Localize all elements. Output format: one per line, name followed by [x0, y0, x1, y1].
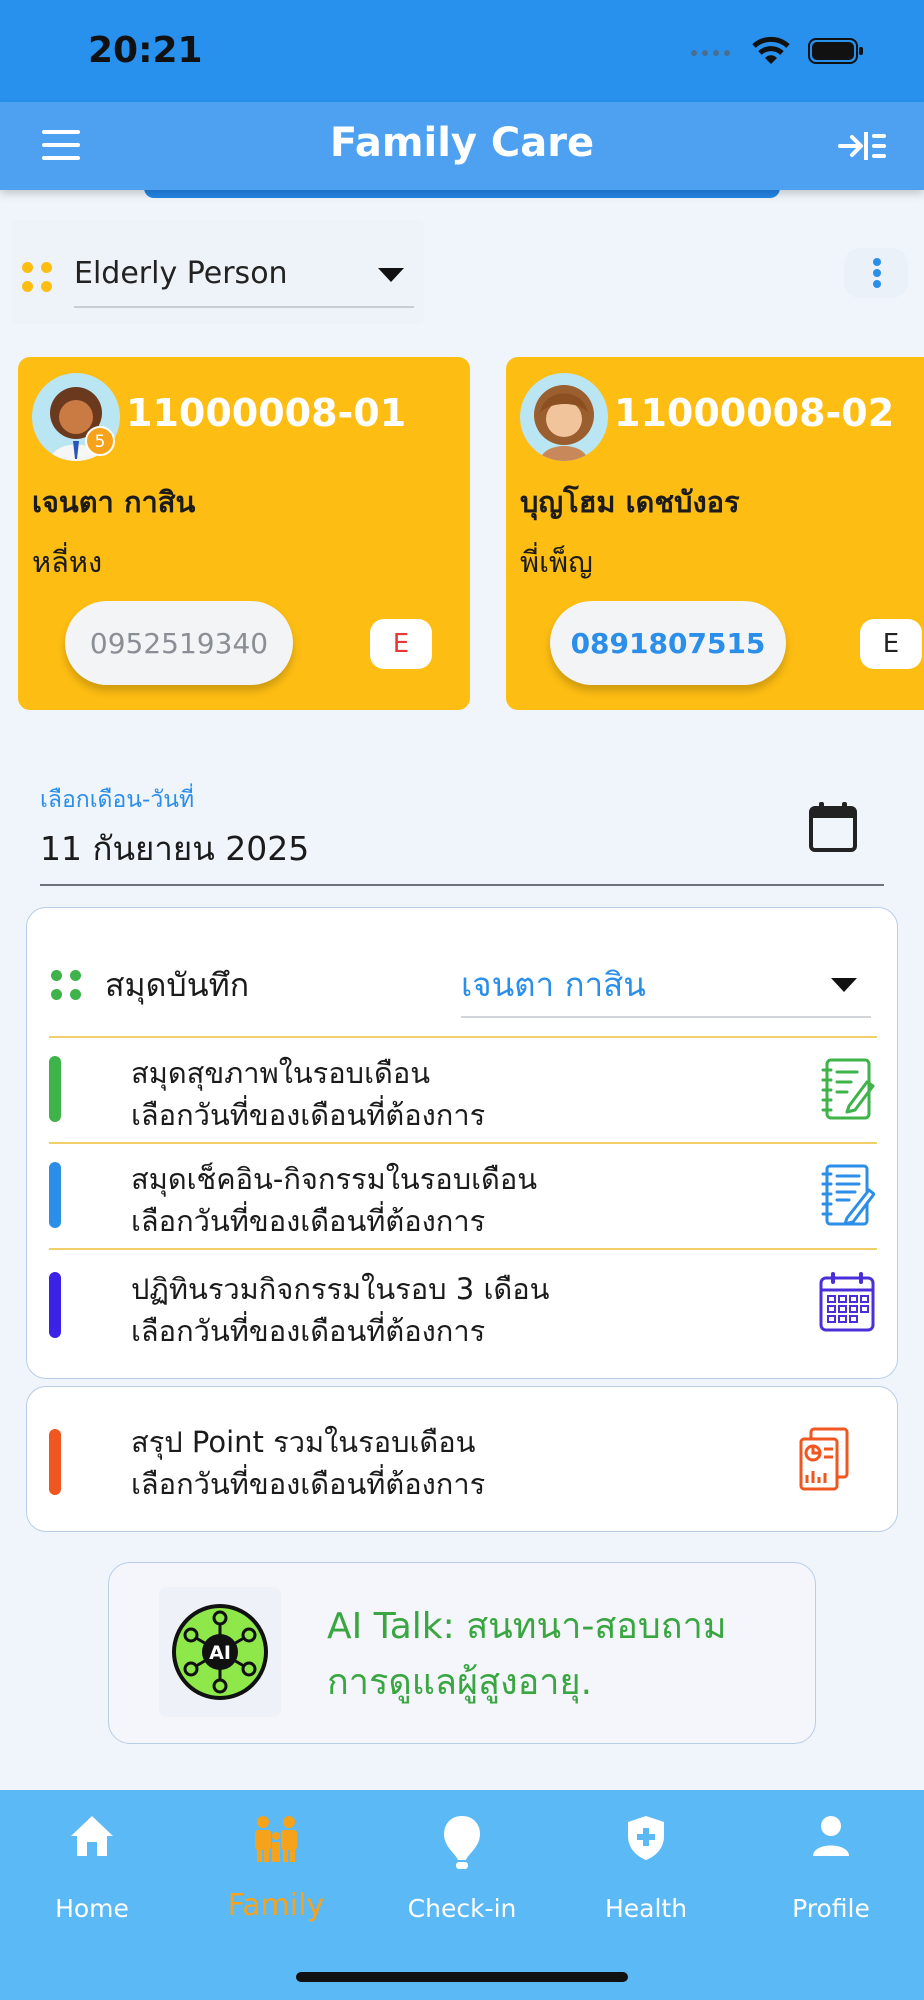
date-field[interactable]: 11 กันยายน 2025 [40, 822, 309, 875]
dropdown-underline [461, 1016, 871, 1018]
report-icon [797, 1427, 853, 1493]
status-icons [690, 36, 864, 66]
row-subtitle: เลือกวันที่ของเดือนที่ต้องการ [131, 1204, 486, 1238]
member-name: บุญโฮม เดชบังอร [520, 485, 740, 519]
wifi-icon [752, 36, 790, 64]
row-title: สรุป Point รวมในรอบเดือน [131, 1425, 476, 1459]
phone-button[interactable]: 0952519340 [65, 601, 293, 685]
avatar [520, 373, 608, 461]
nav-label: Home [55, 1894, 129, 1923]
location-pin-icon [444, 1816, 480, 1869]
menu-row-health-notebook[interactable]: สมุดสุขภาพในรอบเดือน เลือกวันที่ของเดือน… [49, 1036, 877, 1142]
logout-icon[interactable] [838, 128, 888, 164]
family-icon [255, 1816, 297, 1862]
date-label: เลือกเดือน-วันที่ [40, 787, 195, 813]
calendar-icon[interactable] [808, 800, 858, 854]
row-color-bar [49, 1272, 61, 1338]
dropdown-label: Elderly Person [74, 256, 288, 291]
ai-network-icon: AI [172, 1604, 268, 1700]
chevron-down-icon [378, 268, 404, 282]
member-name: เจนตา กาสิน [32, 485, 196, 519]
grid-dots-icon [22, 262, 52, 292]
row-title: สมุดสุขภาพในรอบเดือน [131, 1056, 431, 1090]
emergency-badge[interactable]: E [370, 619, 432, 669]
member-id: 11000008-02 [614, 391, 895, 435]
menu-row-activity-calendar[interactable]: ปฏิทินรวมกิจกรรมในรอบ 3 เดือน เลือกวันที… [49, 1248, 877, 1354]
emergency-badge[interactable]: E [860, 619, 922, 669]
member-nickname: พี่เพ็ญ [520, 545, 593, 579]
ai-badge-label: AI [209, 1642, 231, 1664]
elderly-person-dropdown[interactable]: Elderly Person [12, 220, 424, 324]
nav-family[interactable]: Family [201, 1808, 351, 1923]
grid-dots-icon [51, 970, 81, 1000]
date-underline [40, 884, 884, 886]
row-color-bar [49, 1056, 61, 1122]
row-title: ปฏิทินรวมกิจกรรมในรอบ 3 เดือน [131, 1272, 550, 1306]
ai-talk-card[interactable]: AI AI Talk: สนทนา-สอบถาม การดูแลผู้สูงอา… [108, 1562, 816, 1744]
health-shield-icon [628, 1816, 664, 1860]
row-color-bar [49, 1429, 61, 1495]
member-card[interactable]: 11000008-02 บุญโฮม เดชบังอร พี่เพ็ญ 0891… [506, 357, 924, 710]
health-notebook-icon [819, 1056, 875, 1122]
status-time: 20:21 [88, 30, 203, 71]
bottom-nav: Home Family Check-in Health Profile [0, 1790, 924, 2000]
calendar-grid-icon [819, 1268, 875, 1334]
member-id: 11000008-01 [126, 391, 407, 435]
row-subtitle: เลือกวันที่ของเดือนที่ต้องการ [131, 1098, 486, 1132]
nav-label: Family [227, 1888, 325, 1923]
notebook-title: สมุดบันทึก [105, 966, 250, 1004]
battery-icon [808, 38, 863, 64]
signal-icon [691, 50, 730, 56]
ai-talk-text: AI Talk: สนทนา-สอบถาม การดูแลผู้สูงอายุ. [327, 1599, 727, 1711]
nav-label: Check-in [407, 1894, 517, 1923]
more-options-icon[interactable] [844, 248, 908, 298]
points-summary-card[interactable]: สรุป Point รวมในรอบเดือน เลือกวันที่ของเ… [26, 1386, 898, 1532]
avatar-level: 5 [95, 432, 106, 452]
ai-badge-container: AI [159, 1587, 281, 1717]
level-badge-icon: 5 [85, 426, 115, 456]
nav-health[interactable]: Health [571, 1808, 721, 1923]
checkin-notebook-icon [819, 1162, 876, 1228]
home-icon [71, 1816, 113, 1856]
member-nickname: หลี่หง [32, 545, 103, 579]
nav-label: Profile [792, 1894, 870, 1923]
ai-talk-line2: การดูแลผู้สูงอายุ. [327, 1662, 593, 1703]
nav-checkin[interactable]: Check-in [387, 1808, 537, 1923]
row-subtitle: เลือกวันที่ของเดือนที่ต้องการ [131, 1467, 486, 1501]
nav-profile[interactable]: Profile [756, 1808, 906, 1923]
nav-home[interactable]: Home [17, 1808, 167, 1923]
ai-talk-line1: AI Talk: สนทนา-สอบถาม [327, 1606, 727, 1647]
dropdown-underline [74, 306, 414, 308]
notebook-card: สมุดบันทึก เจนตา กาสิน สมุดสุขภาพในรอบเด… [26, 907, 898, 1379]
row-color-bar [49, 1162, 61, 1228]
page-title: Family Care [329, 120, 595, 166]
nav-label: Health [604, 1894, 688, 1923]
profile-icon [813, 1816, 849, 1856]
notebook-member-dropdown[interactable]: เจนตา กาสิน [461, 958, 646, 1011]
member-card[interactable]: 5 11000008-01 เจนตา กาสิน หลี่หง 0952519… [18, 357, 470, 710]
status-bar: 20:21 [0, 0, 924, 102]
app-header: Family Care [0, 102, 924, 190]
chevron-down-icon[interactable] [831, 978, 857, 992]
home-indicator [296, 1972, 628, 1982]
row-title: สมุดเช็คอิน-กิจกรรมในรอบเดือน [131, 1162, 538, 1196]
menu-row-checkin-notebook[interactable]: สมุดเช็คอิน-กิจกรรมในรอบเดือน เลือกวันที… [49, 1142, 877, 1248]
row-subtitle: เลือกวันที่ของเดือนที่ต้องการ [131, 1314, 486, 1348]
phone-button[interactable]: 0891807515 [550, 601, 786, 685]
